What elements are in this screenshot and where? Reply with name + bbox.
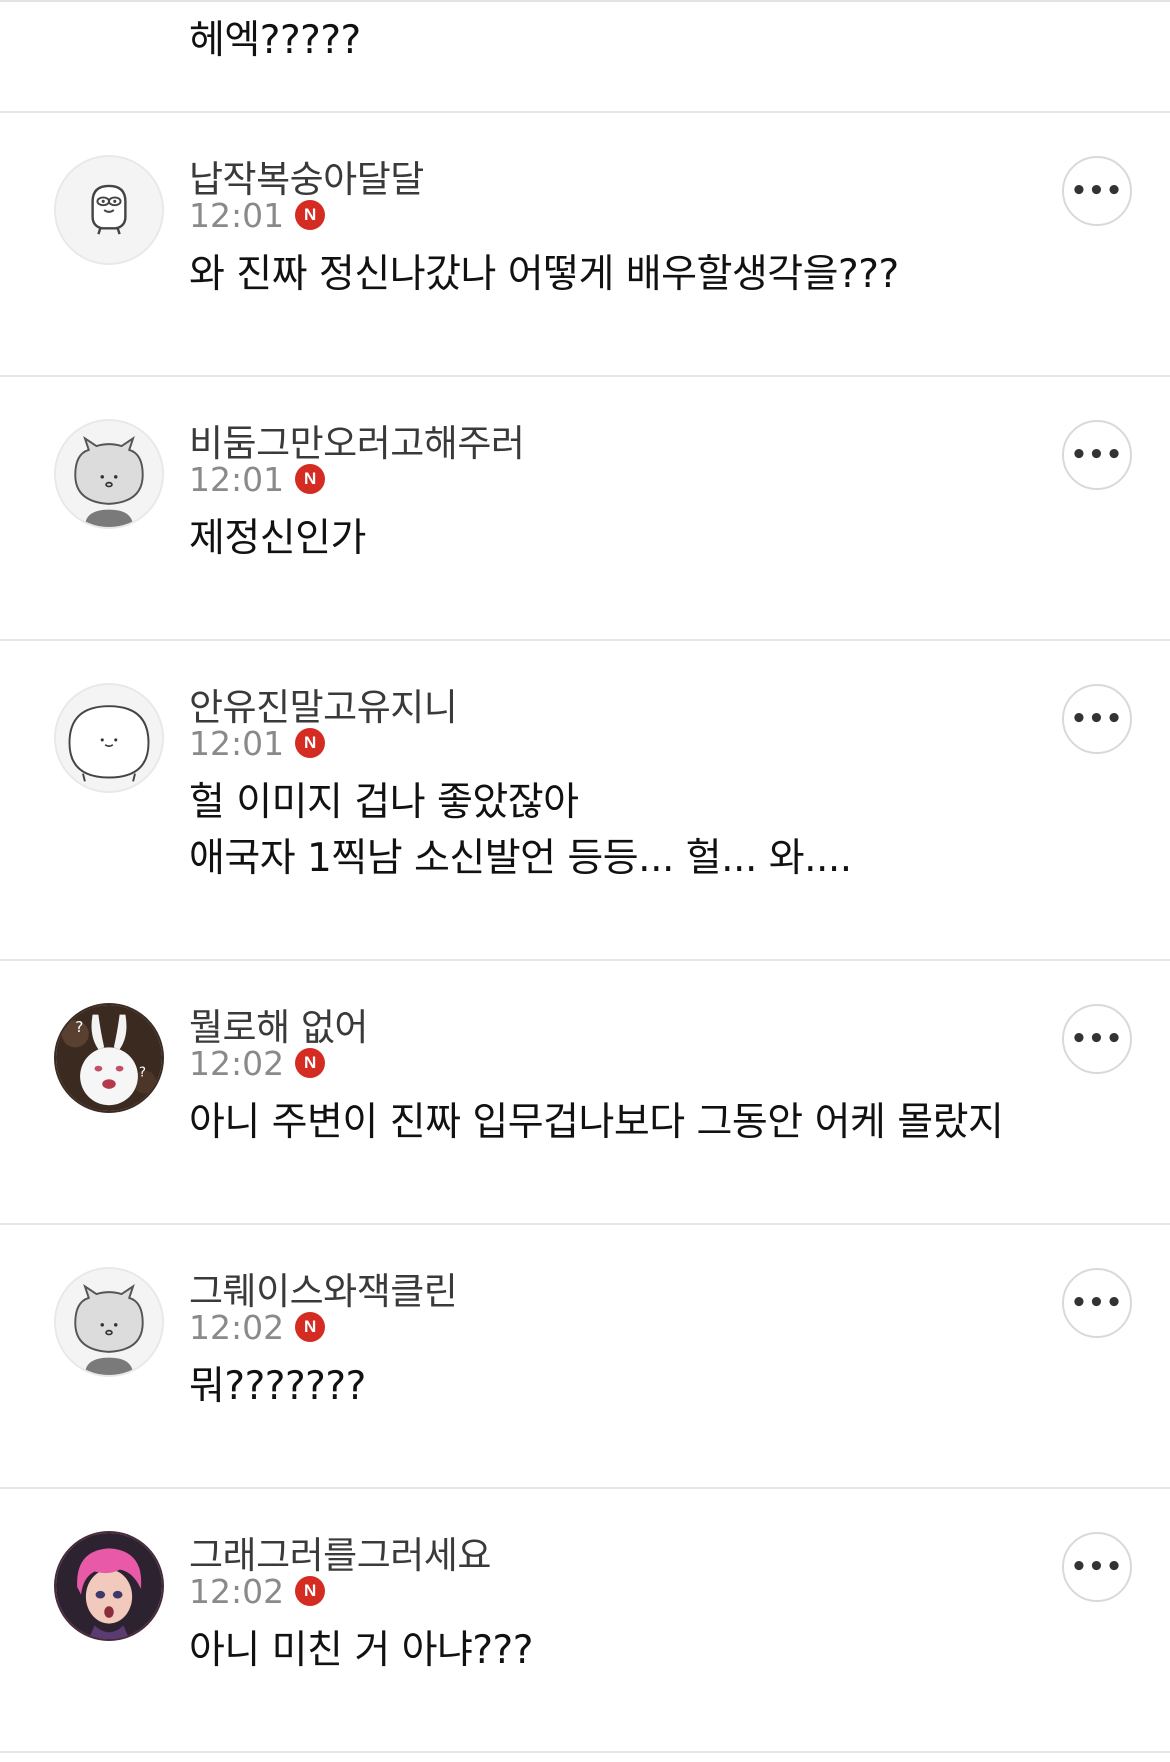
comment-text: 제정신인가	[189, 516, 366, 561]
comment-text: 헐 이미지 겁나 좋았잖아	[189, 780, 579, 825]
pink-hair-photo-avatar[interactable]	[54, 1531, 164, 1641]
comment-text: 와 진짜 정신나갔나 어떻게 배우할생각을???	[189, 252, 899, 297]
bunny-photo-avatar[interactable]: ? ?	[54, 1003, 164, 1113]
new-badge-icon: N	[295, 464, 326, 494]
more-options-button[interactable]: •••	[1062, 1532, 1132, 1602]
comment-item: 그래그러를그러세요 12:02 N 아니 미친 거 아냐??? •••	[0, 1489, 1170, 1753]
more-options-button[interactable]: •••	[1062, 420, 1132, 490]
svg-text:?: ?	[139, 1064, 146, 1080]
new-badge-icon: N	[295, 1576, 326, 1606]
more-options-button[interactable]: •••	[1062, 684, 1132, 754]
more-options-button[interactable]: •••	[1062, 1004, 1132, 1074]
comment-time: 12:01	[189, 459, 285, 499]
blob-avatar-icon[interactable]	[54, 683, 164, 793]
comment-meta: 12:02 N	[189, 1571, 326, 1611]
comment-text: 헤엑?????	[189, 18, 361, 63]
duck-avatar-icon[interactable]	[54, 155, 164, 265]
comment-time: 12:02	[189, 1571, 285, 1611]
comment-text: 뭐???????	[189, 1364, 366, 1409]
comment-text: 애국자 1찍남 소신발언 등등... 헐... 와....	[189, 836, 852, 881]
cat-avatar-icon[interactable]	[54, 1267, 164, 1377]
more-options-button[interactable]: •••	[1062, 1268, 1132, 1338]
comment-text: 아니 주변이 진짜 입무겁나보다 그동안 어케 몰랐지	[189, 1100, 1004, 1145]
new-badge-icon: N	[295, 1048, 326, 1078]
comment-item: 납작복숭아달달 12:01 N 와 진짜 정신나갔나 어떻게 배우할생각을???…	[0, 113, 1170, 377]
comment-item: 안유진말고유지니 12:01 N 헐 이미지 겁나 좋았잖아 애국자 1찍남 소…	[0, 641, 1170, 961]
new-badge-icon: N	[295, 728, 326, 758]
new-badge-icon: N	[295, 200, 326, 230]
comment-time: 12:02	[189, 1307, 285, 1347]
svg-text:?: ?	[75, 1018, 83, 1036]
new-badge-icon: N	[295, 1312, 326, 1342]
comment-time: 12:01	[189, 723, 285, 763]
comment-meta: 12:02 N	[189, 1307, 326, 1347]
comment-item: 비둠그만오러고해주러 12:01 N 제정신인가 •••	[0, 377, 1170, 641]
comment-item: 헤엑?????	[0, 0, 1170, 113]
comment-meta: 12:02 N	[189, 1043, 326, 1083]
comment-item: 그뤠이스와잭클린 12:02 N 뭐??????? •••	[0, 1225, 1170, 1489]
comment-meta: 12:01 N	[189, 459, 326, 499]
cat-avatar-icon[interactable]	[54, 419, 164, 529]
more-options-button[interactable]: •••	[1062, 156, 1132, 226]
comment-time: 12:01	[189, 195, 285, 235]
comment-meta: 12:01 N	[189, 195, 326, 235]
comment-time: 12:02	[189, 1043, 285, 1083]
comment-text: 아니 미친 거 아냐???	[189, 1628, 533, 1673]
comment-item: ? ? 뭘로해 없어 12:02 N 아니 주변이 진짜 입무겁나보다 그동안 …	[0, 961, 1170, 1225]
comment-meta: 12:01 N	[189, 723, 326, 763]
